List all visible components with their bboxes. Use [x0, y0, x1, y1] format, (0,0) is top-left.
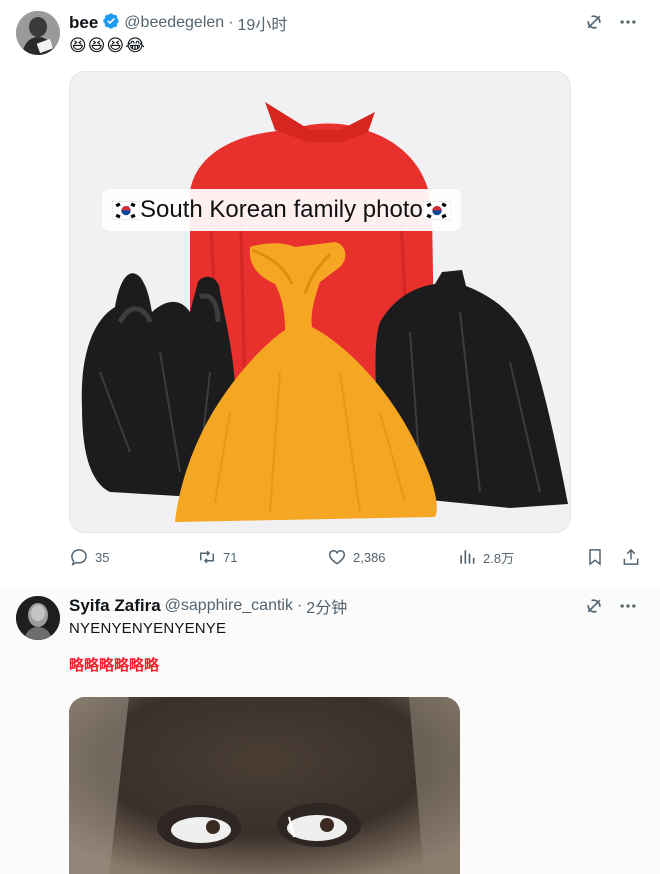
like-button[interactable]: 2,386 [327, 547, 386, 567]
tweet-header: bee @beedegelen · 19小时 [69, 12, 287, 34]
views-icon [457, 547, 477, 567]
avatar[interactable] [16, 11, 60, 55]
south-korea-flag-icon [112, 200, 140, 220]
retweet-icon [197, 547, 217, 567]
tweet-text: 😆😆😆😂 [69, 36, 147, 55]
share-icon [621, 547, 641, 567]
more-icon[interactable] [618, 12, 638, 32]
tweet-image[interactable] [69, 697, 460, 874]
south-korea-flag-icon [422, 200, 451, 220]
reply-count: 35 [95, 549, 110, 565]
garbage-bags-illustration [70, 72, 570, 532]
tweet-header: Syifa Zafira @sapphire_cantik · 2分钟 [69, 595, 347, 617]
tweet-text: NYENYENYENYENYE [69, 620, 227, 637]
display-name[interactable]: bee [69, 13, 98, 33]
separator-dot: · [228, 14, 234, 31]
display-name[interactable]: Syifa Zafira [69, 596, 161, 616]
grok-icon[interactable] [584, 596, 604, 616]
retweet-button[interactable]: 71 [197, 547, 237, 567]
tweet-action-bar: 35 71 2,386 2.8万 [69, 547, 641, 569]
tweet-subtext: 略略略略略略 [69, 657, 160, 674]
separator-dot: · [296, 597, 303, 614]
share-button[interactable] [621, 547, 641, 567]
bookmark-icon [585, 547, 605, 567]
tweet-image[interactable]: South Korean family photo [69, 71, 571, 533]
bookmark-button[interactable] [585, 547, 605, 567]
grok-icon[interactable] [584, 12, 604, 32]
more-icon[interactable] [618, 596, 638, 616]
avatar[interactable] [16, 596, 60, 640]
timestamp[interactable]: 2分钟 [306, 594, 347, 618]
like-count: 2,386 [353, 549, 386, 565]
verified-badge-icon [102, 12, 124, 35]
like-icon [327, 547, 347, 567]
tweet-top-actions [584, 12, 638, 32]
retweet-count: 71 [223, 549, 238, 565]
reply-button[interactable]: 35 [69, 547, 109, 567]
timestamp[interactable]: 19小时 [238, 11, 288, 35]
handle[interactable]: @beedegelen [124, 14, 224, 32]
tweet-bee[interactable]: bee @beedegelen · 19小时 😆😆😆😂 South Korean… [0, 0, 660, 586]
image-caption: South Korean family photo [102, 189, 461, 231]
monkey-photo [69, 697, 460, 874]
reply-icon [69, 547, 89, 567]
views-button[interactable]: 2.8万 [457, 547, 514, 567]
handle[interactable]: @sapphire_cantik [165, 597, 293, 615]
tweet-syifa-zafira[interactable]: Syifa Zafira @sapphire_cantik · 2分钟 NYEN… [0, 586, 660, 874]
tweet-top-actions [584, 596, 638, 616]
caption-text: South Korean family photo [140, 196, 423, 223]
views-count: 2.8万 [483, 550, 515, 566]
